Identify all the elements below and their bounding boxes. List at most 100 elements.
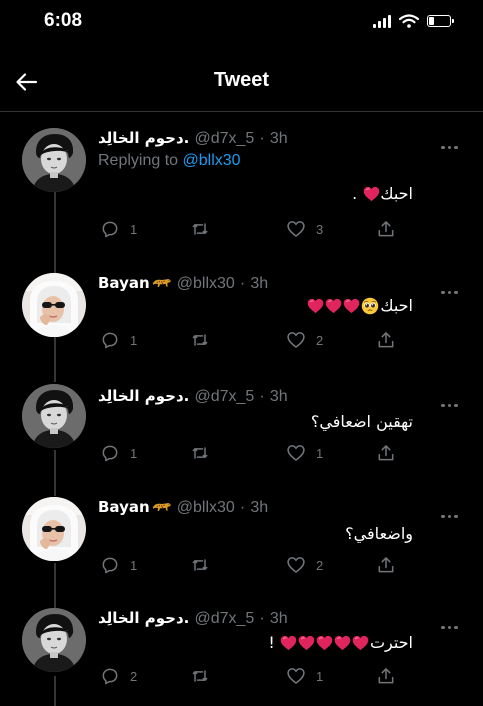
share-button[interactable] bbox=[376, 666, 396, 686]
retweet-button[interactable] bbox=[190, 443, 210, 463]
tweet-time: 3h bbox=[269, 388, 288, 405]
share-icon bbox=[376, 555, 396, 575]
retweet-icon bbox=[190, 219, 210, 239]
pleading-face-icon bbox=[361, 297, 379, 315]
retweet-icon bbox=[190, 330, 210, 350]
tweet[interactable]: دحوم الخالِد. @d7x_5 · 3h Replying to @b… bbox=[0, 126, 483, 254]
retweet-button[interactable] bbox=[190, 330, 210, 350]
like-count: 3 bbox=[316, 221, 324, 237]
retweet-button[interactable] bbox=[190, 666, 210, 686]
avatar-image bbox=[22, 128, 86, 192]
share-icon bbox=[376, 443, 396, 463]
red-heart-icon bbox=[307, 298, 324, 314]
share-icon bbox=[376, 330, 396, 350]
author-name[interactable]: Bayan bbox=[98, 274, 150, 292]
wifi-icon bbox=[399, 14, 419, 28]
replying-mention[interactable]: @bllx30 bbox=[183, 152, 241, 169]
tweet-text-content: تهقين اضعافي؟ bbox=[310, 412, 413, 431]
tweet-text-suffix: . bbox=[352, 184, 358, 203]
tweet-time: 3h bbox=[269, 130, 288, 147]
reply-button[interactable]: 1 bbox=[100, 219, 137, 239]
like-count: 1 bbox=[316, 445, 324, 461]
heart-outline-icon bbox=[286, 443, 306, 463]
like-button[interactable]: 1 bbox=[286, 666, 323, 686]
tweet-text: واضعافي؟ bbox=[345, 524, 413, 543]
tweet-meta: Bayan @bllx30 · 3h bbox=[98, 273, 268, 293]
share-button[interactable] bbox=[376, 219, 396, 239]
reply-count: 1 bbox=[130, 557, 138, 573]
tweet-text-content: احترت bbox=[369, 633, 413, 652]
like-button[interactable]: 3 bbox=[286, 219, 323, 239]
like-button[interactable]: 2 bbox=[286, 330, 323, 350]
meta-separator: · bbox=[239, 499, 246, 516]
retweet-button[interactable] bbox=[190, 219, 210, 239]
more-dots-icon[interactable] bbox=[441, 134, 461, 149]
author-handle: @bllx30 bbox=[176, 275, 235, 292]
author-name[interactable]: دحوم الخالِد. bbox=[98, 129, 189, 147]
avatar[interactable] bbox=[22, 608, 86, 672]
tweet[interactable]: دحوم الخالِد. @d7x_5 · 3h تهقين اضعافي؟ … bbox=[0, 384, 483, 496]
share-icon bbox=[376, 666, 396, 686]
author-name[interactable]: دحوم الخالِد. bbox=[98, 609, 189, 627]
more-dots-icon[interactable] bbox=[441, 614, 461, 629]
avatar-image bbox=[22, 384, 86, 448]
tweet[interactable]: Bayan @bllx30 · 3h واضعافي؟ 1 2 bbox=[0, 497, 483, 609]
tweet-actions: 2 1 bbox=[98, 666, 408, 688]
retweet-icon bbox=[190, 443, 210, 463]
avatar[interactable] bbox=[22, 384, 86, 448]
reply-count: 1 bbox=[130, 221, 138, 237]
tweet-text: تهقين اضعافي؟ bbox=[311, 412, 413, 431]
red-heart-icon bbox=[316, 635, 333, 651]
tweet-time: 3h bbox=[250, 275, 269, 292]
avatar[interactable] bbox=[22, 273, 86, 337]
more-dots-icon[interactable] bbox=[441, 392, 461, 407]
author-name[interactable]: دحوم الخالِد. bbox=[98, 387, 189, 405]
reply-icon bbox=[100, 330, 120, 350]
reply-button[interactable]: 1 bbox=[100, 443, 137, 463]
share-button[interactable] bbox=[376, 330, 396, 350]
more-dots-icon[interactable] bbox=[441, 503, 461, 518]
retweet-button[interactable] bbox=[190, 555, 210, 575]
like-count: 1 bbox=[316, 668, 324, 684]
like-button[interactable]: 1 bbox=[286, 443, 323, 463]
heart-outline-icon bbox=[286, 555, 306, 575]
tweet-meta: دحوم الخالِد. @d7x_5 · 3h bbox=[98, 128, 288, 148]
tweet[interactable]: دحوم الخالِد. @d7x_5 · 3h احترت ! 2 1 bbox=[0, 608, 483, 706]
page-title: Tweet bbox=[213, 69, 270, 91]
replying-prefix: Replying to bbox=[98, 152, 183, 169]
tweet-actions: 1 2 bbox=[98, 555, 408, 577]
reply-icon bbox=[100, 219, 120, 239]
leopard-icon bbox=[152, 499, 172, 513]
author-handle: @d7x_5 bbox=[194, 130, 255, 147]
battery-icon bbox=[427, 15, 454, 27]
red-heart-icon bbox=[334, 635, 351, 651]
tweet-text: احترت ! bbox=[268, 633, 413, 652]
more-dots-icon[interactable] bbox=[441, 279, 461, 294]
red-heart-icon bbox=[325, 298, 342, 314]
red-heart-icon bbox=[298, 635, 315, 651]
share-button[interactable] bbox=[376, 443, 396, 463]
status-time: 6:08 bbox=[44, 10, 83, 31]
heart-outline-icon bbox=[286, 219, 306, 239]
tweet-actions: 1 2 bbox=[98, 330, 408, 352]
tweet-actions: 1 3 bbox=[98, 219, 408, 241]
share-button[interactable] bbox=[376, 555, 396, 575]
tweet[interactable]: Bayan @bllx30 · 3h احبك 1 2 bbox=[0, 271, 483, 383]
tweet-time: 3h bbox=[250, 499, 269, 516]
heart-outline-icon bbox=[286, 666, 306, 686]
tweet-actions: 1 1 bbox=[98, 443, 408, 465]
meta-separator: · bbox=[259, 388, 265, 405]
like-button[interactable]: 2 bbox=[286, 555, 323, 575]
meta-separator: · bbox=[239, 275, 246, 292]
retweet-icon bbox=[190, 666, 210, 686]
avatar[interactable] bbox=[22, 128, 86, 192]
tweet-text-content: واضعافي؟ bbox=[345, 524, 413, 543]
author-name[interactable]: Bayan bbox=[98, 498, 150, 516]
reply-button[interactable]: 1 bbox=[100, 555, 137, 575]
status-icons bbox=[373, 14, 454, 28]
reply-button[interactable]: 1 bbox=[100, 330, 137, 350]
avatar[interactable] bbox=[22, 497, 86, 561]
reply-button[interactable]: 2 bbox=[100, 666, 137, 686]
reply-icon bbox=[100, 443, 120, 463]
reply-icon bbox=[100, 555, 120, 575]
